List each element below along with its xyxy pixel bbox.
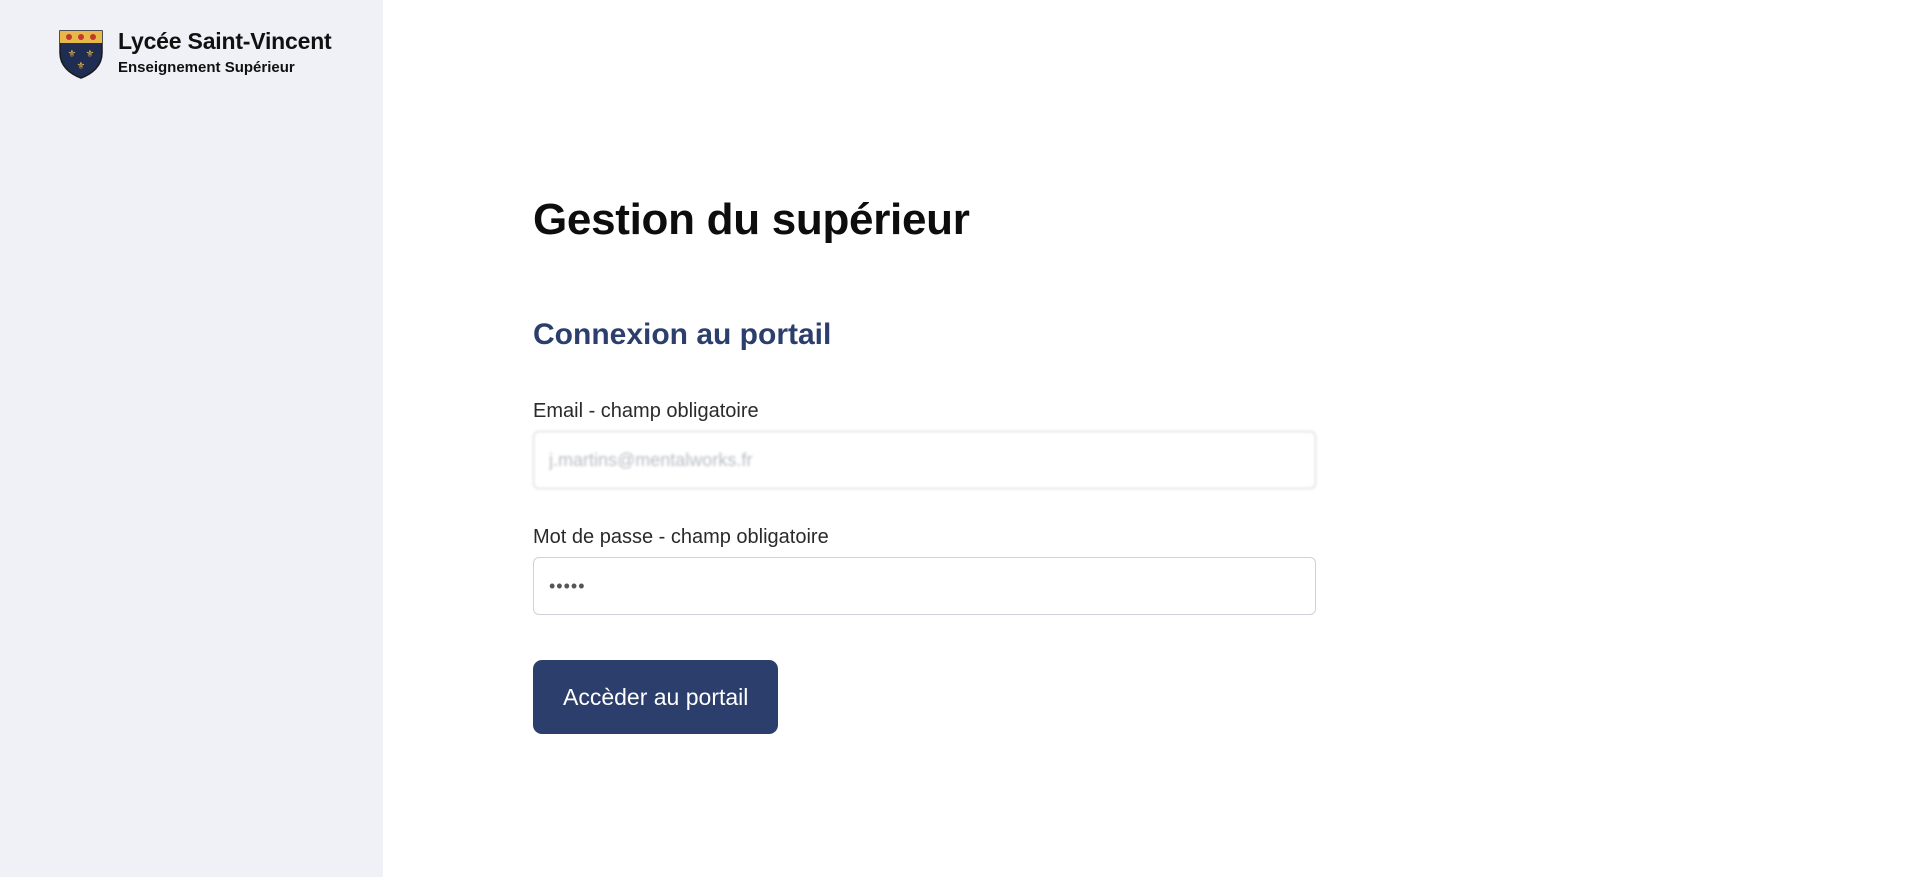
brand-text: Lycée Saint-Vincent Enseignement Supérie… — [118, 27, 332, 77]
page-title: Gestion du supérieur — [533, 195, 970, 244]
svg-text:⚜: ⚜ — [77, 61, 86, 72]
access-portal-button[interactable]: Accèder au portail — [533, 660, 779, 734]
login-form: Gestion du supérieur Connexion au portai… — [533, 192, 1316, 734]
password-field[interactable] — [533, 557, 1316, 615]
svg-text:⚜: ⚜ — [68, 49, 77, 60]
app-layout: ⚜ ⚜ ⚜ Lycée Saint-Vincent Enseignement S… — [0, 0, 1912, 877]
section-title: Connexion au portail — [533, 318, 832, 351]
sidebar: ⚜ ⚜ ⚜ Lycée Saint-Vincent Enseignement S… — [0, 0, 383, 877]
brand[interactable]: ⚜ ⚜ ⚜ Lycée Saint-Vincent Enseignement S… — [58, 27, 332, 79]
email-field[interactable] — [533, 431, 1316, 489]
email-label: Email - champ obligatoire — [533, 400, 759, 422]
shield-crest-icon: ⚜ ⚜ ⚜ — [59, 30, 103, 79]
svg-text:⚜: ⚜ — [86, 49, 95, 60]
brand-subtitle: Enseignement Supérieur — [118, 59, 295, 76]
brand-name: Lycée Saint-Vincent — [118, 28, 332, 54]
password-label: Mot de passe - champ obligatoire — [533, 526, 829, 548]
main-content: Gestion du supérieur Connexion au portai… — [383, 0, 1912, 877]
